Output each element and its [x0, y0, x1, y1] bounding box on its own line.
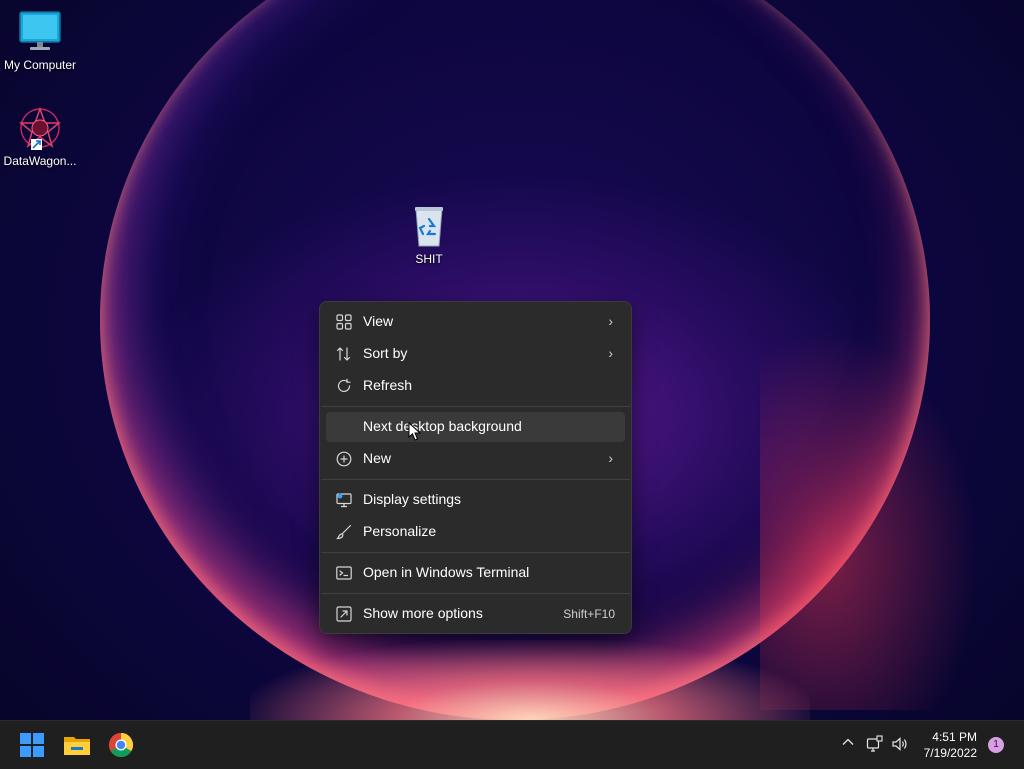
- taskbar: 4:51 PM 7/19/2022 1: [0, 720, 1024, 769]
- plus-circle-icon: [336, 451, 352, 467]
- chrome-icon: [105, 733, 137, 765]
- grid-icon: [336, 314, 352, 330]
- datawagon-shortcut-icon: [18, 106, 62, 150]
- monitor-icon: [18, 10, 62, 54]
- menu-item-label: Open in Windows Terminal: [363, 564, 530, 580]
- network-icon: [866, 735, 883, 752]
- menu-item-label: Sort by: [363, 345, 408, 361]
- menu-item-label: Refresh: [363, 377, 413, 393]
- desktop-icon-label: My Computer: [3, 58, 77, 72]
- terminal-icon: [336, 565, 352, 581]
- clock-time: 4:51 PM: [932, 730, 977, 744]
- speaker-icon: [892, 737, 907, 751]
- taskbar-chrome[interactable]: [105, 729, 137, 761]
- desktop-icon-datawagon[interactable]: DataWagon...: [0, 106, 80, 168]
- desktop-icon-label: SHIT: [415, 252, 443, 266]
- refresh-icon: [336, 378, 352, 394]
- network-button[interactable]: [865, 735, 885, 755]
- mouse-pointer-icon: [408, 421, 422, 442]
- menu-item-view[interactable]: View ›: [326, 307, 625, 337]
- menu-item-open-in-windows-terminal[interactable]: Open in Windows Terminal: [326, 558, 625, 588]
- menu-separator: [321, 479, 630, 480]
- show-hidden-icons-button[interactable]: [838, 735, 858, 755]
- menu-item-show-more-options[interactable]: Show more options Shift+F10: [326, 599, 625, 629]
- desktop-context-menu: View › Sort by › Refresh Next desktop ba…: [319, 301, 632, 634]
- sort-icon: [336, 346, 352, 362]
- clock-date: 7/19/2022: [923, 746, 977, 760]
- shortcut-label: Shift+F10: [563, 607, 615, 621]
- menu-item-display-settings[interactable]: Display settings: [326, 485, 625, 515]
- notification-badge[interactable]: 1: [988, 737, 1004, 753]
- recycle-bin-icon: [407, 204, 451, 248]
- menu-item-sort-by[interactable]: Sort by ›: [326, 339, 625, 369]
- menu-item-label: Personalize: [363, 523, 437, 539]
- menu-item-label: Display settings: [363, 491, 462, 507]
- expand-icon: [336, 606, 352, 622]
- taskbar-file-explorer[interactable]: [61, 729, 93, 761]
- brush-icon: [336, 524, 352, 540]
- display-icon: [336, 492, 352, 508]
- menu-item-next-desktop-background[interactable]: Next desktop background: [326, 412, 625, 442]
- menu-item-label: Next desktop background: [363, 418, 522, 434]
- menu-item-new[interactable]: New ›: [326, 444, 625, 474]
- menu-item-label: View: [363, 313, 394, 329]
- menu-item-label: New: [363, 450, 392, 466]
- menu-item-personalize[interactable]: Personalize: [326, 517, 625, 547]
- taskbar-clock[interactable]: 4:51 PM 7/19/2022: [924, 729, 977, 761]
- volume-button[interactable]: [890, 735, 910, 755]
- desktop-icon-label: DataWagon...: [3, 154, 77, 168]
- wallpaper-glow-bottom: [250, 640, 810, 720]
- chevron-right-icon: ›: [608, 450, 613, 466]
- menu-item-refresh[interactable]: Refresh: [326, 371, 625, 401]
- desktop-icon-my-computer[interactable]: My Computer: [0, 10, 80, 72]
- chevron-right-icon: ›: [608, 313, 613, 329]
- start-button[interactable]: [16, 729, 48, 761]
- chevron-right-icon: ›: [608, 345, 613, 361]
- file-explorer-icon: [61, 737, 93, 765]
- menu-separator: [321, 593, 630, 594]
- menu-separator: [321, 406, 630, 407]
- menu-separator: [321, 552, 630, 553]
- desktop-icon-recycle-bin[interactable]: SHIT: [389, 204, 469, 266]
- start-icon: [16, 733, 48, 765]
- chevron-up-icon: [842, 738, 854, 745]
- menu-item-label: Show more options: [363, 605, 483, 621]
